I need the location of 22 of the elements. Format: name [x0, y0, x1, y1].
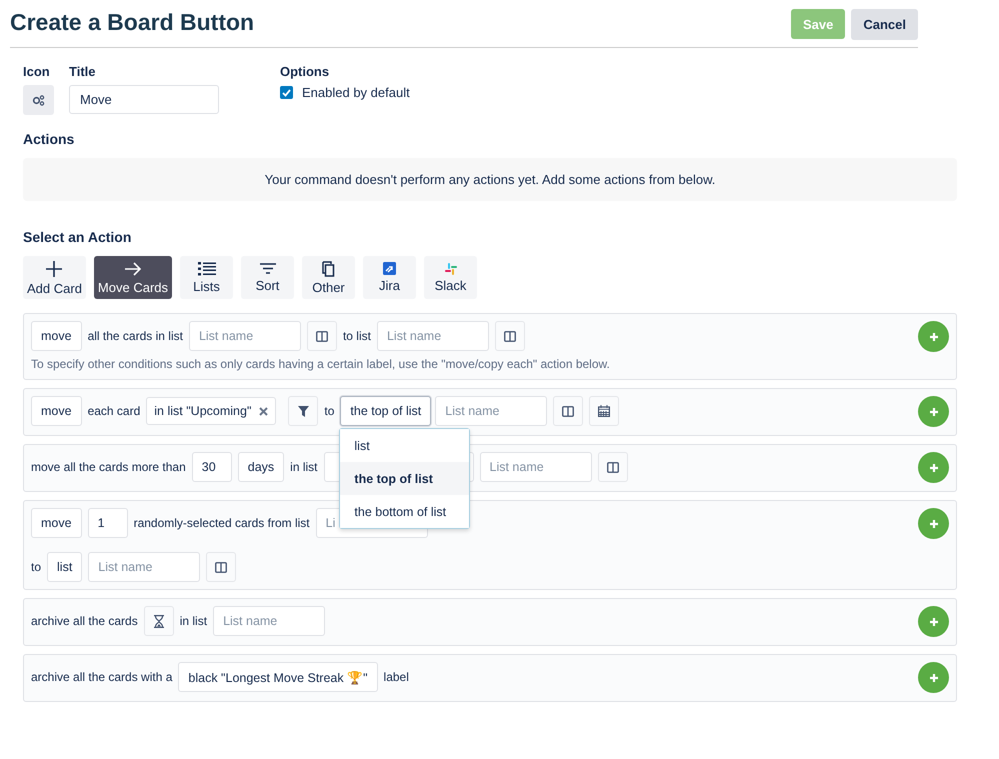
action-text: in list: [180, 614, 208, 628]
action-text: to: [31, 560, 42, 574]
action-text: in list: [290, 460, 318, 474]
hint-text: To specify other conditions such as only cards having a certain label, use the "move/copy each" action below.: [31, 357, 611, 372]
action-text: each card: [88, 404, 140, 418]
action-text: archive all the cards: [31, 614, 138, 628]
action-text: archive all the cards with a: [31, 670, 172, 684]
section-heading: Select an Action: [23, 229, 132, 245]
section-heading: Actions: [23, 131, 76, 147]
action-text: label: [384, 670, 409, 684]
action-text: move all the cards more than: [31, 460, 186, 474]
page-title: Create a Board Button: [10, 9, 254, 37]
field-label: Title: [69, 64, 96, 79]
action-text: to list: [342, 329, 371, 343]
field-label: Options: [280, 64, 330, 79]
chip-label: in list "Upcoming": [154, 404, 252, 418]
empty-message: Your command doesn't perform any actions yet. Add some actions from below.: [23, 158, 957, 201]
action-text: randomly-selected cards from list: [134, 516, 310, 530]
action-text: to: [324, 404, 334, 418]
action-text: all the cards in list: [88, 329, 183, 343]
checkbox-label: Enabled by default: [302, 85, 410, 100]
field-label: Icon: [23, 64, 51, 79]
